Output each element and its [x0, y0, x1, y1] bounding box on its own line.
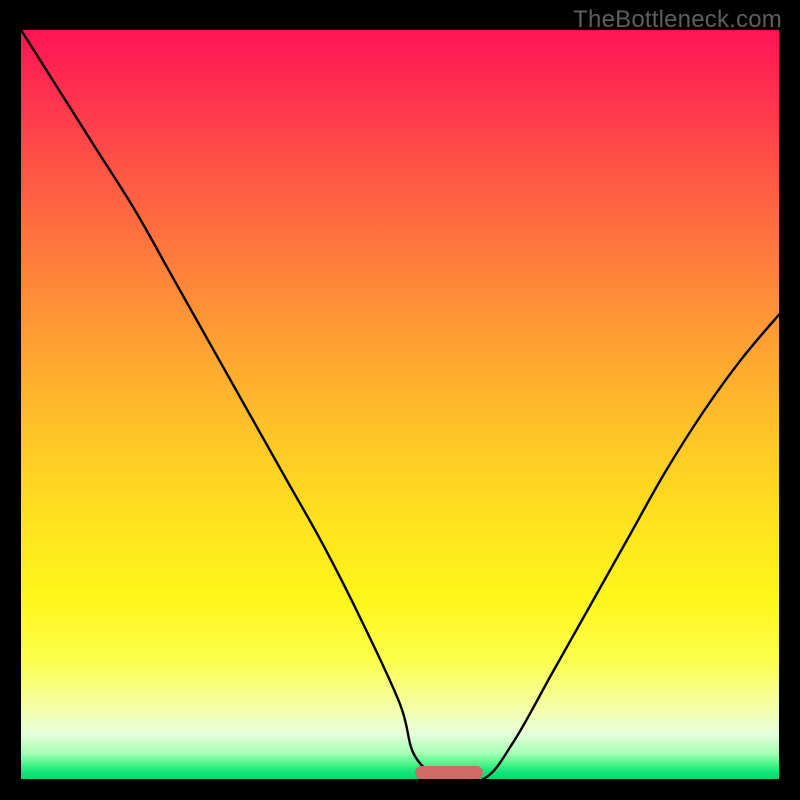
chart-frame: TheBottleneck.com [0, 0, 800, 800]
watermark-text: TheBottleneck.com [573, 6, 782, 34]
bottleneck-curve [21, 30, 779, 779]
plot-area [21, 30, 779, 779]
minimum-marker [415, 766, 483, 779]
